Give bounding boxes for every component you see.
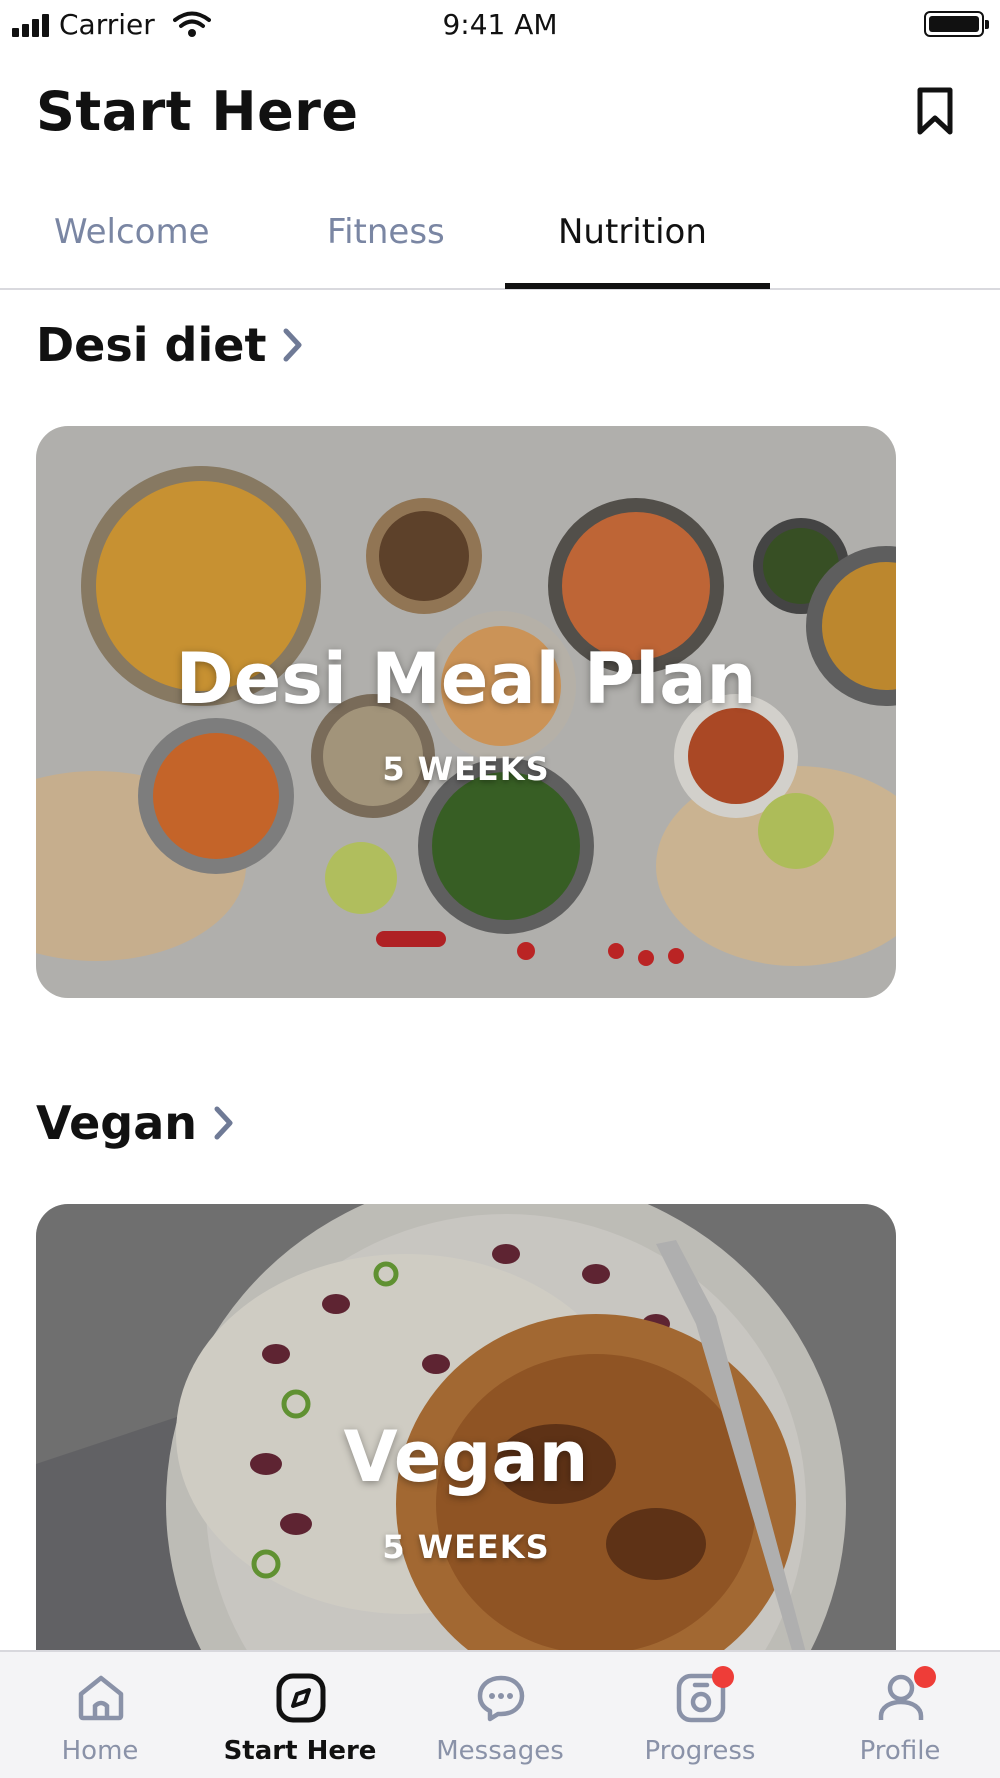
status-time: 9:41 AM (442, 8, 558, 41)
bookmark-icon[interactable] (910, 86, 960, 136)
tab-nutrition[interactable]: Nutrition (558, 212, 707, 252)
card-duration: 5 WEEKS (382, 1528, 550, 1566)
chevron-right-icon (283, 328, 302, 362)
home-icon (78, 1675, 124, 1721)
card-title: Desi Meal Plan (175, 638, 757, 720)
section-heading-vegan[interactable]: Vegan (36, 1096, 235, 1150)
meal-plan-card-vegan[interactable]: Vegan 5 WEEKS (36, 1204, 896, 1650)
tab-bar: Welcome Fitness Nutrition (0, 200, 1000, 290)
nav-profile[interactable]: Profile (800, 1652, 1000, 1778)
tab-fitness[interactable]: Fitness (327, 212, 445, 252)
meal-plan-card-desi[interactable]: Desi Meal Plan 5 WEEKS (36, 426, 896, 998)
section-heading-desi-diet[interactable]: Desi diet (36, 318, 304, 372)
section-title: Desi diet (36, 318, 267, 372)
nav-label: Home (61, 1736, 139, 1766)
active-tab-indicator (505, 283, 770, 289)
nav-progress[interactable]: Progress (600, 1652, 800, 1778)
page-title: Start Here (36, 80, 359, 143)
nav-start-here[interactable]: Start Here (200, 1652, 400, 1778)
chat-bubble-icon (477, 1675, 525, 1722)
card-duration: 5 WEEKS (382, 750, 550, 788)
compass-icon (276, 1673, 326, 1723)
status-bar: Carrier 9:41 AM (0, 0, 1000, 48)
nav-label: Messages (436, 1736, 564, 1766)
bottom-nav: Home Start Here Messages Progress Profil… (0, 1650, 1000, 1778)
nav-messages[interactable]: Messages (400, 1652, 600, 1778)
nav-label: Progress (644, 1736, 756, 1766)
nav-label: Profile (859, 1736, 941, 1766)
battery-icon (924, 11, 989, 37)
nav-home[interactable]: Home (0, 1652, 200, 1778)
chevron-right-icon (214, 1106, 233, 1140)
tab-welcome[interactable]: Welcome (54, 212, 210, 252)
card-title: Vegan (343, 1416, 589, 1498)
nav-label: Start Here (223, 1736, 377, 1766)
notification-badge (712, 1666, 734, 1688)
section-title: Vegan (36, 1096, 197, 1150)
notification-badge (914, 1666, 936, 1688)
